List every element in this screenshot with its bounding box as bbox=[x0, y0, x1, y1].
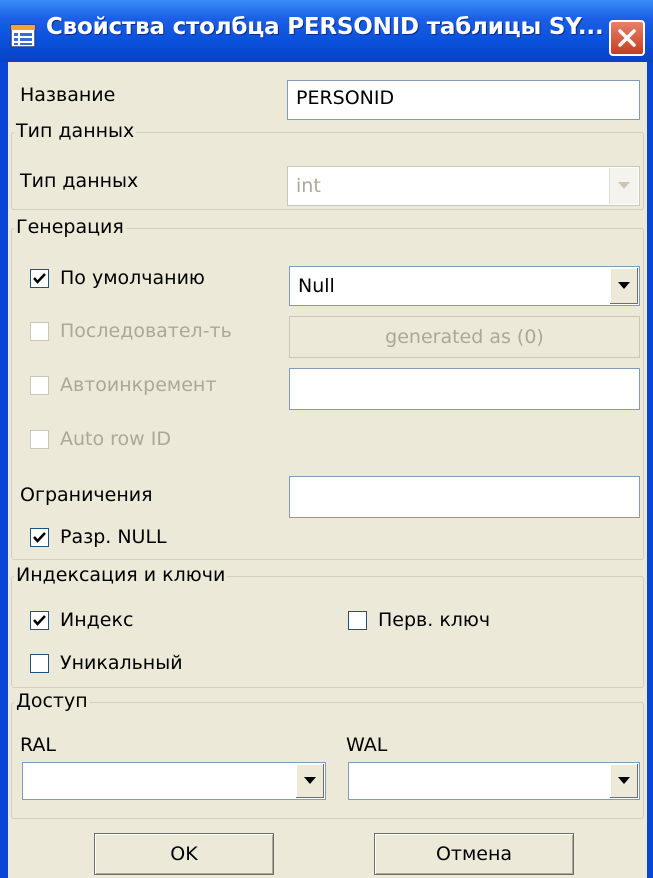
chevron-down-icon bbox=[618, 282, 630, 289]
chevron-down-icon bbox=[304, 777, 316, 784]
wal-select[interactable] bbox=[348, 762, 640, 800]
autoincrement-checkbox[interactable] bbox=[30, 376, 49, 395]
data-type-dropdown-arrow[interactable] bbox=[609, 168, 638, 204]
index-checkbox[interactable] bbox=[30, 611, 49, 630]
cancel-button[interactable]: Отмена bbox=[374, 833, 574, 875]
wal-dropdown-arrow[interactable] bbox=[609, 764, 638, 798]
autoincrement-label: Автоинкремент bbox=[60, 374, 217, 396]
chevron-down-icon bbox=[618, 777, 630, 784]
default-dropdown-arrow[interactable] bbox=[609, 268, 638, 304]
sequence-checkbox[interactable] bbox=[30, 322, 49, 341]
ral-select[interactable] bbox=[22, 762, 326, 800]
checkmark-icon bbox=[33, 273, 46, 284]
dialog-body: Название PERSONID Тип данных Тип данных … bbox=[8, 62, 647, 878]
primary-key-label: Перв. ключ bbox=[378, 609, 491, 631]
default-checkbox[interactable] bbox=[30, 269, 49, 288]
default-value-select[interactable]: Null bbox=[289, 266, 640, 306]
auto-row-id-label: Auto row ID bbox=[60, 428, 171, 450]
access-group bbox=[11, 702, 644, 819]
default-label: По умолчанию bbox=[60, 267, 205, 289]
unique-label: Уникальный bbox=[60, 652, 183, 674]
close-button[interactable] bbox=[609, 20, 645, 56]
checkmark-icon bbox=[33, 532, 46, 543]
sequence-label: Последовател-ть bbox=[60, 320, 232, 342]
name-field[interactable]: PERSONID bbox=[287, 80, 640, 120]
generation-group-title: Генерация bbox=[14, 216, 126, 238]
title-bar[interactable]: Свойства столбца PERSONID таблицы SY... bbox=[0, 0, 653, 62]
data-type-label: Тип данных bbox=[20, 170, 139, 192]
indexing-group-title: Индексация и ключи bbox=[14, 564, 228, 586]
chevron-down-icon bbox=[618, 182, 630, 189]
primary-key-checkbox[interactable] bbox=[348, 611, 367, 630]
constraints-label: Ограничения bbox=[20, 484, 153, 506]
name-label: Название bbox=[20, 84, 116, 106]
allow-null-label: Разр. NULL bbox=[60, 526, 167, 548]
ral-label: RAL bbox=[20, 734, 57, 756]
sequence-generated-button[interactable]: generated as (0) bbox=[289, 316, 640, 358]
ral-dropdown-arrow[interactable] bbox=[295, 764, 324, 798]
ok-button[interactable]: OK bbox=[94, 833, 274, 875]
unique-checkbox[interactable] bbox=[30, 654, 49, 673]
wal-label: WAL bbox=[346, 734, 388, 756]
access-group-title: Доступ bbox=[14, 690, 90, 712]
autoincrement-field[interactable] bbox=[289, 368, 640, 410]
checkmark-icon bbox=[33, 615, 46, 626]
close-icon bbox=[618, 29, 636, 47]
default-value: Null bbox=[298, 275, 335, 297]
data-type-select[interactable]: int bbox=[287, 166, 640, 206]
data-type-group-title: Тип данных bbox=[14, 120, 137, 142]
data-type-value: int bbox=[296, 175, 321, 197]
auto-row-id-checkbox[interactable] bbox=[30, 430, 49, 449]
table-properties-icon bbox=[10, 24, 36, 48]
constraints-field[interactable] bbox=[289, 476, 640, 518]
allow-null-checkbox[interactable] bbox=[30, 528, 49, 547]
window-title: Свойства столбца PERSONID таблицы SY... bbox=[46, 14, 604, 40]
dialog-window: Свойства столбца PERSONID таблицы SY... … bbox=[0, 0, 653, 878]
index-label: Индекс bbox=[60, 609, 134, 631]
